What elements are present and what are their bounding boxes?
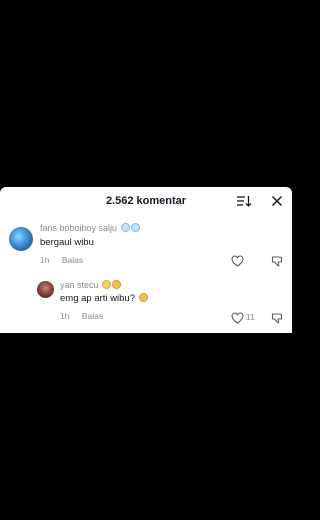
comments-sheet: 2.562 komentar fans boboiboy salju berga… [0,187,292,333]
sort-icon[interactable] [236,194,252,208]
video-page: 2.562 komentar fans boboiboy salju berga… [0,0,292,520]
cold-face-emoji-icon [130,223,140,232]
reply-button[interactable]: Balas [82,311,103,321]
cat-emoji-icon [112,280,122,289]
avatar[interactable] [37,281,54,298]
close-icon[interactable] [270,194,284,208]
sweat-smile-emoji-icon [102,280,112,289]
comment-username[interactable]: yan stecu [60,280,122,290]
dislike-icon[interactable] [271,254,283,272]
dislike-icon[interactable] [271,311,283,329]
reply-button[interactable]: Balas [62,255,83,265]
comment-time: 1h [60,311,70,321]
comment-text: emg ap arti wibu? [60,293,148,304]
comment-time: 1h [40,255,50,265]
like-count: 11 [246,312,255,322]
comment-username[interactable]: fans boboiboy salju [40,223,140,233]
comment-text-content: emg ap arti wibu? [60,293,135,304]
comment-username-text: yan stecu [60,280,99,290]
comment-meta: 1h Balas [60,311,103,321]
avatar[interactable] [9,227,33,251]
like-icon[interactable] [231,311,244,329]
cold-face-emoji-icon [120,223,130,232]
comment-username-text: fans boboiboy salju [40,223,118,233]
comment-text: bergaul wibu [40,237,94,248]
comments-header: 2.562 komentar [0,187,292,215]
cat-emoji-icon [138,293,148,302]
like-icon[interactable] [231,254,244,272]
comment-meta: 1h Balas [40,255,83,265]
